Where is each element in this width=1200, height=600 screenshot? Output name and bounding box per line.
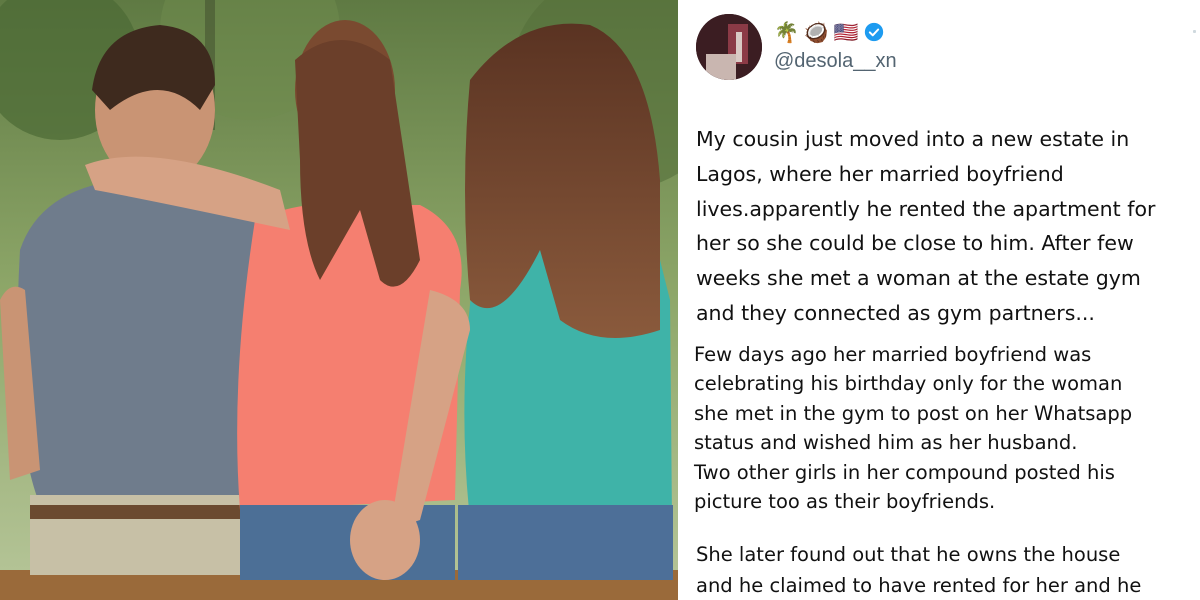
verified-badge-icon	[864, 22, 883, 42]
tweet-line: Few days ago her married boyfriend was	[694, 343, 1092, 366]
tweet-line: celebrating his birthday only for the wo…	[694, 372, 1123, 396]
tweet-line: My cousin just moved into a new estate i…	[696, 127, 1130, 151]
tweet-line: Two other girls in her compound posted h…	[694, 460, 1115, 484]
avatar-image	[696, 14, 762, 80]
held-hands	[350, 500, 420, 580]
couple-photo	[0, 0, 678, 600]
palm-tree-emoji: 🌴	[774, 20, 799, 44]
scroll-indicator	[1193, 30, 1196, 33]
coconut-emoji: 🥥	[803, 20, 829, 44]
photo-panel	[0, 0, 678, 600]
tweet-paragraph-1: My cousin just moved into a new estate i…	[696, 122, 1196, 331]
tweet-line: She later found out that he owns the hou…	[696, 543, 1121, 566]
tweet-line: she met in the gym to post on her Whatsa…	[694, 401, 1133, 425]
tweet-line: picture too as their boyfriends.	[694, 490, 996, 514]
tweet-line: status and wished him as her husband.	[694, 431, 1078, 455]
avatar[interactable]	[696, 14, 762, 80]
tweet-line: and he claimed to have rented for her an…	[696, 574, 1142, 597]
user-handle[interactable]: @desola__xn	[774, 50, 897, 73]
tweet-line: her so she could be close to him. After …	[696, 231, 1134, 256]
tweet-panel: 🌴 🥥 🇺🇸 @desola__xn My cousin just moved …	[682, 0, 1200, 600]
tweet-paragraph-3: She later found out that he owns the hou…	[696, 539, 1196, 600]
tweet-line: lives.apparently he rented the apartment…	[696, 196, 1156, 221]
tweet-line: and they connected as gym partners...	[696, 300, 1095, 325]
tweet-line: weeks she met a woman at the estate gym	[696, 266, 1141, 291]
tweet-line: Lagos, where her married boyfriend	[696, 161, 1064, 186]
us-flag-emoji: 🇺🇸	[833, 20, 859, 44]
display-name-row: 🌴 🥥 🇺🇸	[774, 20, 884, 44]
tweet-paragraph-2: Few days ago her married boyfriend was c…	[694, 340, 1194, 516]
